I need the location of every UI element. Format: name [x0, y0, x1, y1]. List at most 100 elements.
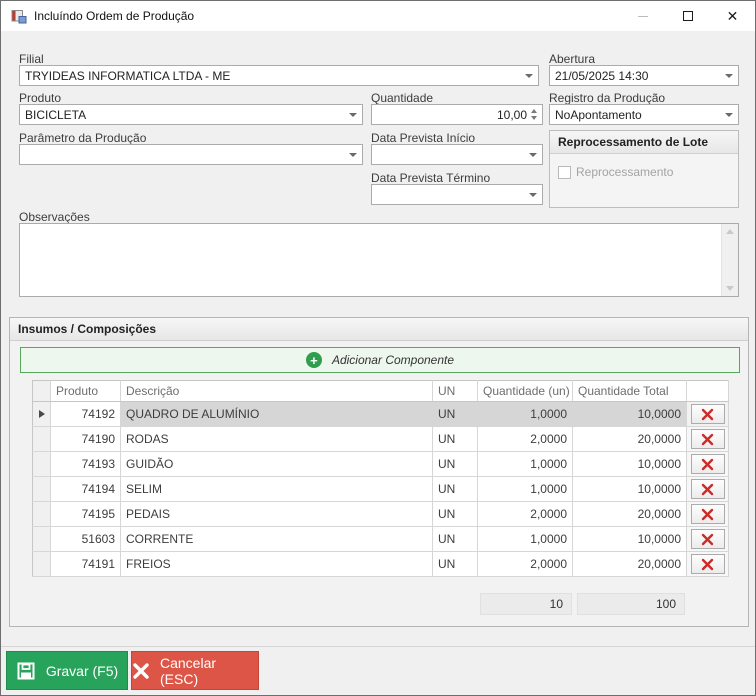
data-inicio-picker[interactable]	[371, 144, 543, 165]
cell-quantidade[interactable]: 1,0000	[477, 526, 573, 552]
cell-quantidade[interactable]: 1,0000	[477, 401, 573, 427]
row-selector[interactable]	[32, 401, 51, 427]
cell-quantidade[interactable]: 1,0000	[477, 451, 573, 477]
cell-quantidade-total[interactable]: 10,0000	[572, 401, 687, 427]
cancel-button[interactable]: Cancelar (ESC)	[131, 651, 259, 690]
totals-quantidade-total-value: 100	[655, 597, 676, 611]
filial-value: TRYIDEAS INFORMATICA LTDA - ME	[25, 68, 231, 83]
registro-select[interactable]: NoApontamento	[549, 104, 739, 125]
delete-x-icon	[701, 508, 714, 520]
col-header-quantidade[interactable]: Quantidade (un)	[477, 380, 573, 402]
cell-descricao[interactable]: QUADRO DE ALUMÍNIO	[120, 401, 433, 427]
cell-un[interactable]: UN	[432, 551, 478, 577]
save-floppy-icon	[17, 662, 35, 679]
data-termino-picker[interactable]	[371, 184, 543, 205]
cell-produto[interactable]: 74190	[50, 426, 121, 452]
spinner-up-icon[interactable]	[531, 109, 537, 113]
table-row[interactable]: 74191 FREIOS UN 2,0000 20,0000	[32, 551, 729, 577]
cell-descricao[interactable]: CORRENTE	[120, 526, 433, 552]
delete-row-button[interactable]	[690, 429, 725, 449]
cell-un[interactable]: UN	[432, 426, 478, 452]
table-row[interactable]: 74190 RODAS UN 2,0000 20,0000	[32, 426, 729, 452]
cell-quantidade-total[interactable]: 10,0000	[572, 526, 687, 552]
delete-row-button[interactable]	[690, 479, 725, 499]
chevron-down-icon	[725, 112, 733, 117]
cell-descricao[interactable]: SELIM	[120, 476, 433, 502]
delete-row-button[interactable]	[690, 529, 725, 549]
cell-quantidade[interactable]: 1,0000	[477, 476, 573, 502]
chevron-down-icon	[529, 192, 537, 197]
table-row[interactable]: 74192 QUADRO DE ALUMÍNIO UN 1,0000 10,0000	[32, 401, 729, 427]
observacoes-scrollbar[interactable]	[721, 224, 738, 296]
table-row[interactable]: 74193 GUIDÃO UN 1,0000 10,0000	[32, 451, 729, 477]
cell-un[interactable]: UN	[432, 451, 478, 477]
row-selector[interactable]	[32, 551, 51, 577]
cell-produto[interactable]: 74194	[50, 476, 121, 502]
registro-label: Registro da Produção	[549, 91, 666, 105]
cell-quantidade[interactable]: 2,0000	[477, 426, 573, 452]
row-selector[interactable]	[32, 426, 51, 452]
table-row[interactable]: 74194 SELIM UN 1,0000 10,0000	[32, 476, 729, 502]
abertura-picker[interactable]: 21/05/2025 14:30	[549, 65, 739, 86]
cell-descricao[interactable]: GUIDÃO	[120, 451, 433, 477]
save-button[interactable]: Gravar (F5)	[6, 651, 128, 690]
cell-quantidade-total[interactable]: 20,0000	[572, 426, 687, 452]
col-header-quantidade-total[interactable]: Quantidade Total	[572, 380, 687, 402]
col-header-actions	[686, 380, 729, 402]
close-button[interactable]: ✕	[710, 1, 755, 31]
delete-row-button[interactable]	[690, 554, 725, 574]
cell-quantidade-total[interactable]: 10,0000	[572, 451, 687, 477]
col-header-descricao[interactable]: Descrição	[120, 380, 433, 402]
cell-produto[interactable]: 74195	[50, 501, 121, 527]
row-selector[interactable]	[32, 501, 51, 527]
cell-quantidade-total[interactable]: 20,0000	[572, 551, 687, 577]
col-header-un[interactable]: UN	[432, 380, 478, 402]
add-component-button[interactable]: + Adicionar Componente	[20, 347, 740, 373]
dialog-window: Incluíndo Ordem de Produção ✕ Filial TRY…	[0, 0, 756, 696]
delete-row-button[interactable]	[690, 404, 725, 424]
cell-un[interactable]: UN	[432, 526, 478, 552]
cell-quantidade[interactable]: 2,0000	[477, 551, 573, 577]
produto-label: Produto	[19, 91, 62, 105]
cell-actions	[686, 451, 729, 477]
totals-quantidade-total: 100	[577, 593, 685, 615]
cell-descricao[interactable]: PEDAIS	[120, 501, 433, 527]
scroll-up-icon	[726, 229, 734, 234]
row-selector[interactable]	[32, 476, 51, 502]
cell-un[interactable]: UN	[432, 476, 478, 502]
cell-quantidade[interactable]: 2,0000	[477, 501, 573, 527]
cell-produto[interactable]: 74192	[50, 401, 121, 427]
table-row[interactable]: 74195 PEDAIS UN 2,0000 20,0000	[32, 501, 729, 527]
row-selector[interactable]	[32, 451, 51, 477]
col-header-produto[interactable]: Produto	[50, 380, 121, 402]
delete-x-icon	[701, 558, 714, 570]
maximize-button[interactable]	[665, 1, 710, 31]
cell-actions	[686, 551, 729, 577]
filial-select[interactable]: TRYIDEAS INFORMATICA LTDA - ME	[19, 65, 539, 86]
cell-un[interactable]: UN	[432, 501, 478, 527]
cell-quantidade-total[interactable]: 20,0000	[572, 501, 687, 527]
delete-row-button[interactable]	[690, 454, 725, 474]
abertura-value: 21/05/2025 14:30	[555, 68, 649, 83]
row-selector[interactable]	[32, 526, 51, 552]
quantidade-input[interactable]: 10,00	[371, 104, 543, 125]
produto-value: BICICLETA	[25, 107, 87, 122]
spinner-down-icon[interactable]	[531, 116, 537, 120]
cell-produto[interactable]: 51603	[50, 526, 121, 552]
cell-produto[interactable]: 74191	[50, 551, 121, 577]
cell-produto[interactable]: 74193	[50, 451, 121, 477]
plus-icon: +	[305, 352, 322, 368]
produto-select[interactable]: BICICLETA	[19, 104, 363, 125]
chevron-down-icon	[529, 152, 537, 157]
parametro-select[interactable]	[19, 144, 363, 165]
cell-un[interactable]: UN	[432, 401, 478, 427]
delete-row-button[interactable]	[690, 504, 725, 524]
observacoes-textarea[interactable]	[20, 224, 721, 296]
cell-descricao[interactable]: RODAS	[120, 426, 433, 452]
cell-quantidade-total[interactable]: 10,0000	[572, 476, 687, 502]
table-row[interactable]: 51603 CORRENTE UN 1,0000 10,0000	[32, 526, 729, 552]
save-button-label: Gravar (F5)	[45, 662, 119, 679]
add-component-label: Adicionar Componente	[331, 353, 455, 367]
cell-descricao[interactable]: FREIOS	[120, 551, 433, 577]
observacoes-label: Observações	[19, 210, 90, 224]
